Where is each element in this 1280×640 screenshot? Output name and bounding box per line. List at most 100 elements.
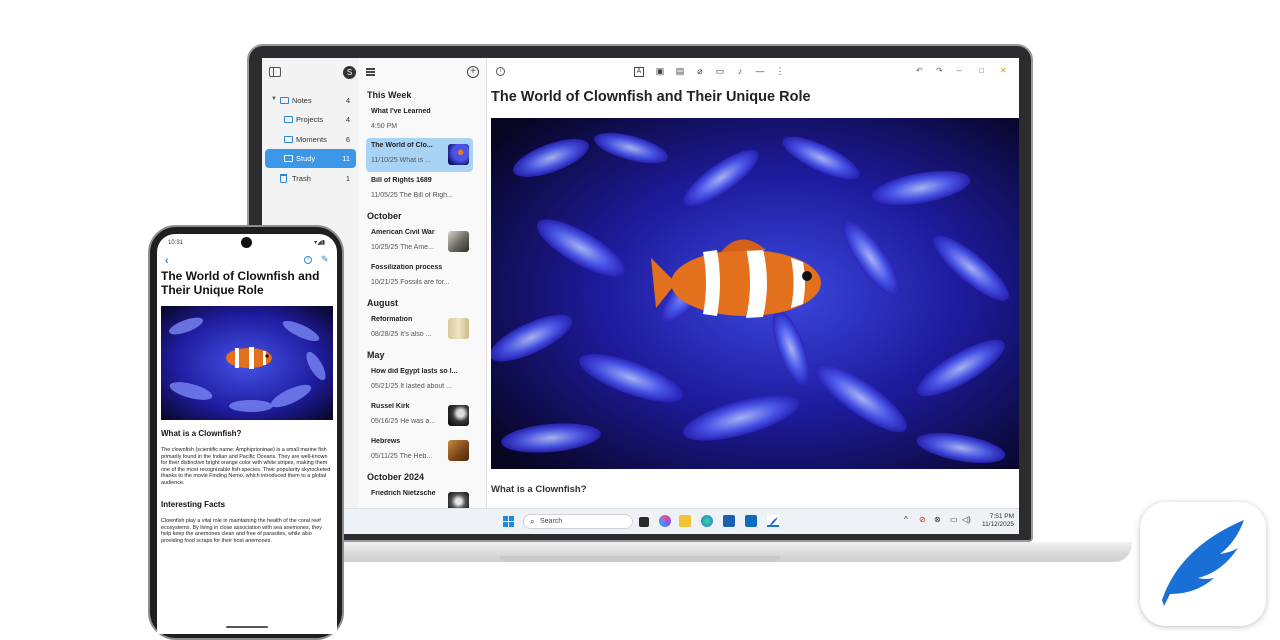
list-item[interactable]: Reformation 08/28/25 It's also ...: [366, 312, 473, 346]
note-title: Reformation: [371, 316, 413, 323]
display-icon[interactable]: ▭: [950, 515, 958, 524]
maximize-icon[interactable]: □: [979, 66, 984, 75]
menu-icon[interactable]: [366, 68, 375, 76]
note-subtitle: 05/21/25 It lasted about ...: [371, 383, 452, 390]
camera-cutout: [241, 237, 252, 248]
list-item[interactable]: Russel Kirk 05/16/25 He was a...: [366, 399, 473, 433]
taskbar-search[interactable]: ⌕ Search: [523, 514, 633, 529]
list-item[interactable]: Friedrich Nietzsche: [366, 486, 473, 508]
list-item-selected[interactable]: The World of Clo... 11/10/25 What is ...: [366, 138, 473, 172]
home-indicator[interactable]: [226, 626, 268, 628]
sidebar-item-count: 4: [345, 115, 350, 124]
info-icon[interactable]: i: [304, 256, 312, 264]
sidebar-item-count: 1: [345, 174, 350, 183]
redo-icon[interactable]: ↷: [936, 66, 943, 75]
video-icon[interactable]: ▭: [714, 66, 726, 77]
store-icon[interactable]: [723, 515, 735, 527]
list-section-header: October: [367, 211, 402, 221]
phone-note-view: 10:31 ▾◢▮ ‹ i ✎ The World of Clownfish a…: [157, 234, 337, 634]
note-subtitle: 4:50 PM: [371, 123, 398, 130]
sidebar-item-label: Moments: [296, 135, 327, 144]
list-section-header: This Week: [367, 90, 412, 100]
task-view-icon[interactable]: [639, 517, 649, 527]
sidebar-item-trash[interactable]: Trash 1: [265, 169, 356, 188]
add-note-icon[interactable]: +: [467, 66, 479, 78]
note-paragraph: The clownfish (scientific name: Amphipri…: [161, 447, 331, 486]
taskbar-clock[interactable]: 7:51 PM 11/12/2025: [978, 513, 1014, 529]
volume-icon[interactable]: ◁): [962, 515, 971, 524]
clownfish-illustration: [491, 118, 1019, 469]
laptop-hinge: [500, 556, 780, 562]
list-item[interactable]: How did Egypt lasts so l... 05/21/25 It …: [366, 364, 473, 398]
status-time: 10:31: [168, 240, 184, 246]
sidebar-toggle-icon[interactable]: [269, 67, 281, 77]
list-section-header: May: [367, 350, 385, 360]
note-subtitle: 11/05/25 The Bill of Righ...: [371, 192, 453, 199]
outlook-icon[interactable]: [745, 515, 757, 527]
notes-app-taskbar-icon[interactable]: [767, 515, 779, 527]
more-icon[interactable]: ⋮: [774, 66, 786, 77]
search-icon: ⌕: [530, 517, 535, 526]
note-editor: i A ▣ ▤ ⌀ ▭ ♪ — ⋮ ↶ ↷ – □ ✕ The World of…: [488, 58, 1019, 508]
chevron-down-icon[interactable]: ▼: [271, 96, 277, 102]
note-subtitle: 05/16/25 He was a...: [371, 418, 436, 425]
file-explorer-icon[interactable]: [679, 515, 691, 527]
note-thumbnail: [448, 440, 469, 461]
minimize-icon[interactable]: –: [957, 66, 961, 75]
attachment-icon[interactable]: ⌀: [694, 66, 706, 77]
folder-icon: [280, 97, 289, 104]
sidebar-item-study[interactable]: Study 11: [265, 149, 356, 168]
divider-icon[interactable]: —: [754, 66, 766, 76]
undo-icon[interactable]: ↶: [916, 66, 923, 75]
note-paragraph: Clownfish play a vital role in maintaini…: [161, 518, 322, 544]
audio-icon[interactable]: ♪: [734, 66, 746, 76]
tray-app-icon[interactable]: ⊘: [919, 515, 926, 524]
note-title: Friedrich Nietzsche: [371, 490, 436, 497]
note-thumbnail: [448, 405, 469, 426]
note-thumbnail: [448, 231, 469, 252]
sidebar-item-label: Notes: [292, 96, 312, 105]
note-heading: What is a Clownfish?: [161, 429, 242, 438]
folder-icon: [284, 155, 293, 162]
table-icon[interactable]: ▤: [674, 66, 686, 77]
edit-icon[interactable]: ✎: [321, 254, 329, 265]
sidebar-item-label: Projects: [296, 115, 324, 124]
note-title: Hebrews: [371, 438, 401, 445]
page-title: The World of Clownfish and Their Unique …: [161, 269, 320, 297]
note-title: Russel Kirk: [371, 403, 410, 410]
folder-icon: [284, 136, 293, 143]
network-icon[interactable]: ⊗: [934, 515, 941, 524]
sidebar-item-count: 4: [345, 96, 350, 105]
sidebar-item-notes[interactable]: ▼ Notes 4: [265, 91, 356, 110]
list-item[interactable]: American Civil War 10/25/25 The Ame...: [366, 225, 473, 259]
sidebar-item-count: 6: [345, 135, 350, 144]
start-icon[interactable]: [503, 516, 514, 527]
search-placeholder: Search: [540, 518, 563, 525]
copilot-icon[interactable]: [659, 515, 671, 527]
list-item[interactable]: What I've Learned 4:50 PM: [366, 104, 473, 138]
list-item[interactable]: Fossilization process 10/21/25 Fossils a…: [366, 260, 473, 294]
edge-icon[interactable]: [701, 515, 713, 527]
text-format-icon[interactable]: A: [634, 67, 644, 77]
list-section-header: October 2024: [367, 472, 425, 482]
sidebar-item-projects[interactable]: Projects 4: [265, 110, 356, 129]
image-icon[interactable]: ▣: [654, 66, 666, 77]
chevron-up-icon[interactable]: ^: [904, 515, 908, 524]
back-icon[interactable]: ‹: [165, 255, 169, 267]
sidebar-item-count: 11: [342, 154, 350, 163]
list-item[interactable]: Bill of Rights 1689 11/05/25 The Bill of…: [366, 173, 473, 207]
note-thumbnail: [448, 318, 469, 339]
folder-icon: [284, 116, 293, 123]
sidebar-item-moments[interactable]: Moments 6: [265, 130, 356, 149]
sidebar-item-label: Trash: [292, 174, 311, 183]
list-item[interactable]: Hebrews 05/11/25 The Heb...: [366, 434, 473, 468]
note-thumbnail: [448, 144, 469, 165]
page-title: The World of Clownfish and Their Unique …: [491, 89, 811, 105]
note-heading: What is a Clownfish?: [491, 484, 587, 495]
clock-date: 11/12/2025: [981, 521, 1014, 528]
note-subtitle: 10/21/25 Fossils are for...: [371, 279, 450, 286]
avatar[interactable]: S: [343, 66, 356, 79]
info-icon[interactable]: i: [496, 67, 505, 76]
close-icon[interactable]: ✕: [1000, 66, 1007, 75]
note-title: How did Egypt lasts so l...: [371, 368, 458, 375]
